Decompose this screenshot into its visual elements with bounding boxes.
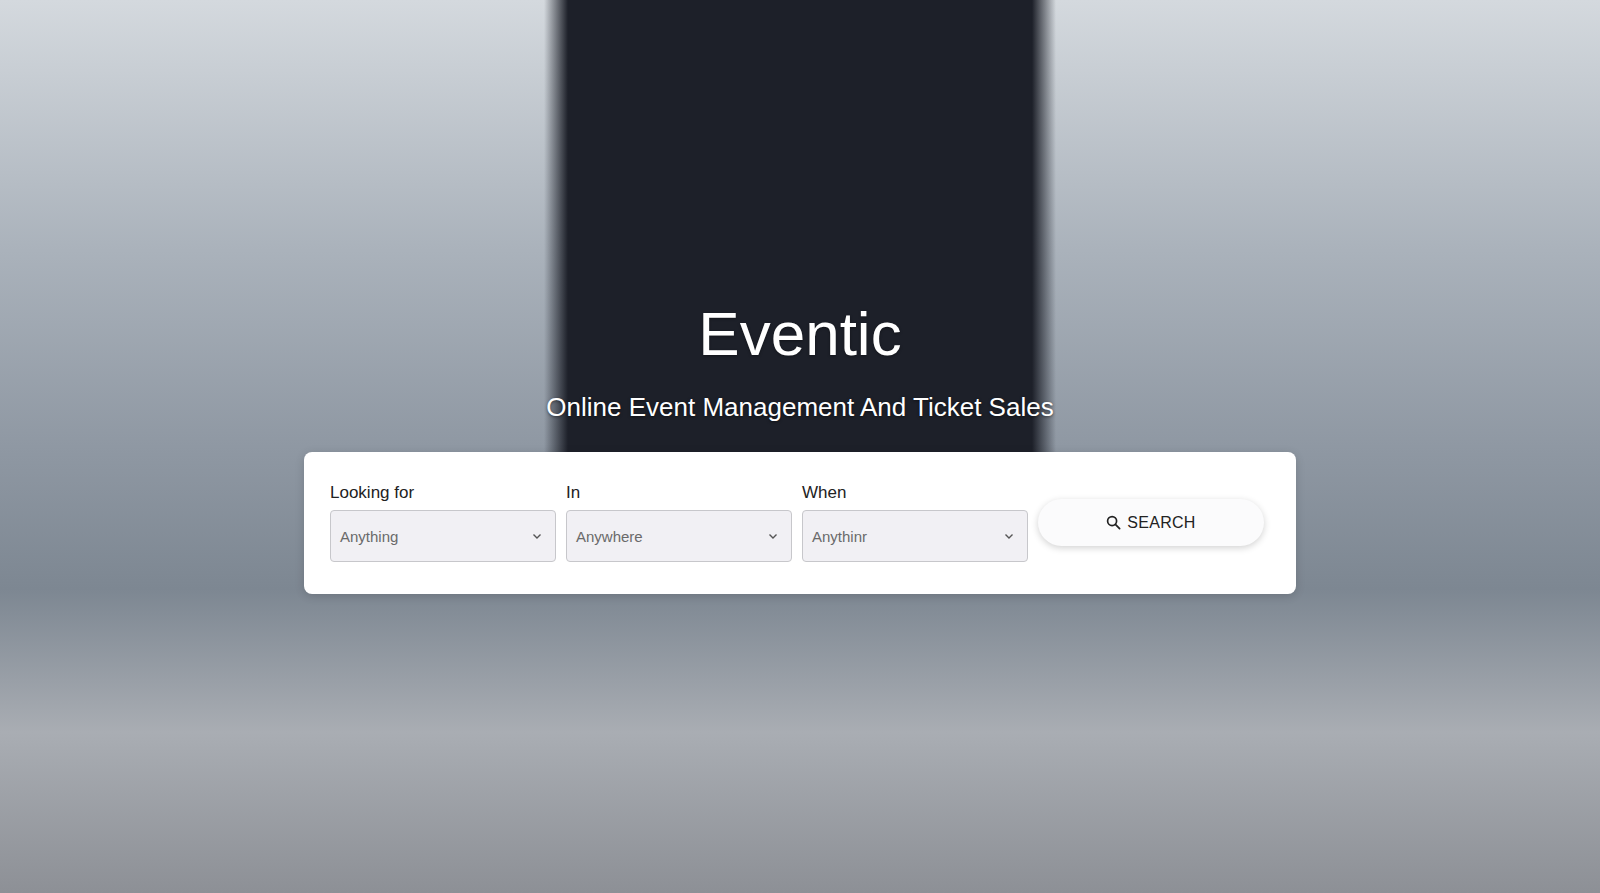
hero-background-photo: Eventic Online Event Management And Ticke… bbox=[0, 0, 1600, 893]
chevron-down-icon bbox=[767, 530, 779, 542]
dropdown-value: Anythinr bbox=[812, 528, 867, 545]
dropdown-value: Anything bbox=[340, 528, 398, 545]
magnifier-icon bbox=[1106, 515, 1121, 530]
field-label: In bbox=[566, 482, 792, 504]
site-tagline: Online Event Management And Ticket Sales bbox=[546, 390, 1053, 424]
page: Eventic Online Event Management And Ticke… bbox=[0, 0, 1600, 893]
dropdown-select[interactable]: Anythinr bbox=[802, 510, 1028, 562]
dropdown-select[interactable]: Anything bbox=[330, 510, 556, 562]
site-title: Eventic bbox=[698, 296, 901, 372]
field-label: When bbox=[802, 482, 1028, 504]
dropdown-value: Anywhere bbox=[576, 528, 643, 545]
search-field-group: Looking for Anything bbox=[330, 482, 556, 562]
search-button[interactable]: SEARCH bbox=[1038, 499, 1264, 546]
search-button-label: SEARCH bbox=[1127, 514, 1195, 532]
search-field-group: In Anywhere bbox=[566, 482, 792, 562]
chevron-down-icon bbox=[1003, 530, 1015, 542]
search-field-group: When Anythinr bbox=[802, 482, 1028, 562]
search-card: Looking for Anything In Anywhere When Anythin… bbox=[304, 452, 1296, 594]
dropdown-select[interactable]: Anywhere bbox=[566, 510, 792, 562]
field-label: Looking for bbox=[330, 482, 556, 504]
chevron-down-icon bbox=[531, 530, 543, 542]
